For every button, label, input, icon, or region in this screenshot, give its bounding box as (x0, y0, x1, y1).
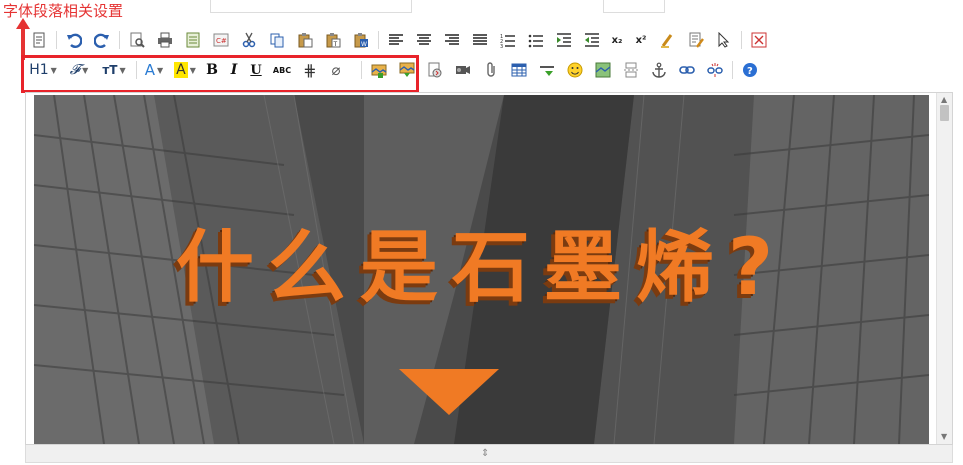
redo-icon[interactable] (91, 29, 113, 51)
highlight-color-label: A (174, 62, 188, 78)
subscript-icon[interactable]: x₂ (609, 29, 625, 51)
top-field-edge (210, 0, 412, 13)
clear-format-icon[interactable] (657, 29, 679, 51)
align-right-icon[interactable] (441, 29, 463, 51)
font-color-label: A (144, 61, 156, 79)
source-icon[interactable] (28, 29, 50, 51)
superscript-icon[interactable]: x² (633, 29, 649, 51)
code-icon[interactable]: C# (210, 29, 232, 51)
paste-word-icon[interactable]: W (350, 29, 372, 51)
strikethrough-button[interactable]: ABC (271, 59, 293, 81)
indent-icon[interactable] (553, 29, 575, 51)
bold-button[interactable]: B (205, 59, 219, 81)
scroll-up-icon[interactable]: ▲ (941, 95, 947, 105)
toolbar-row-1: C# T W 123 x₂ x² (28, 27, 776, 53)
chevron-down-icon: ▼ (157, 65, 164, 75)
baidumap-icon[interactable] (592, 59, 614, 81)
highlight-color-button[interactable]: A ▼ (173, 59, 197, 81)
chevron-down-icon: ▼ (189, 65, 196, 75)
chevron-down-icon: ▼ (82, 65, 89, 75)
underline-button[interactable]: U (249, 59, 263, 81)
top-field-edge-2 (603, 0, 665, 13)
remove-format-button[interactable]: ⌀ (327, 59, 345, 81)
hr-icon[interactable] (536, 59, 558, 81)
toolbar-separator (136, 61, 137, 79)
table-icon[interactable] (508, 59, 530, 81)
font-family-label: 𝓕 (69, 62, 81, 78)
flash-icon[interactable] (424, 59, 446, 81)
unlink-icon[interactable] (704, 59, 726, 81)
unordered-list-icon[interactable] (525, 29, 547, 51)
toolbar-separator (119, 31, 120, 49)
emoticon-icon[interactable] (564, 59, 586, 81)
multi-image-icon[interactable] (396, 59, 418, 81)
resize-grip-icon[interactable]: ⇕ (481, 449, 489, 459)
vertical-scrollbar[interactable]: ▲ ▼ (936, 93, 952, 444)
link-icon[interactable] (676, 59, 698, 81)
font-size-button[interactable]: тT ▼ (100, 59, 128, 81)
preview-icon[interactable] (126, 29, 148, 51)
attachment-icon[interactable] (480, 59, 502, 81)
chevron-down-icon: ▼ (119, 65, 126, 75)
content-title: 什么是石墨烯? (175, 223, 788, 313)
media-icon[interactable] (452, 59, 474, 81)
image-icon[interactable] (368, 59, 390, 81)
pagebreak-icon[interactable] (620, 59, 642, 81)
quickformat-icon[interactable] (685, 29, 707, 51)
svg-text:C#: C# (216, 37, 227, 45)
toolbar-separator (56, 31, 57, 49)
toolbar-separator (361, 61, 362, 79)
chevron-down-icon: ▼ (50, 65, 57, 75)
italic-button[interactable]: I (227, 59, 241, 81)
content-image: 什么是石墨烯? (34, 95, 929, 444)
align-center-icon[interactable] (413, 29, 435, 51)
svg-text:?: ? (747, 66, 753, 77)
align-left-icon[interactable] (385, 29, 407, 51)
toolbar-separator (732, 61, 733, 79)
anchor-icon[interactable] (648, 59, 670, 81)
undo-icon[interactable] (63, 29, 85, 51)
outdent-icon[interactable] (581, 29, 603, 51)
fullscreen-icon[interactable] (748, 29, 770, 51)
line-height-button[interactable]: ⋕ (301, 59, 319, 81)
paste-icon[interactable] (294, 29, 316, 51)
copy-icon[interactable] (266, 29, 288, 51)
font-size-label: тT (102, 63, 118, 77)
toolbar-row-2: H1 ▼ 𝓕 ▼ тT ▼ A ▼ A ▼ B I U ABC ⋕ ⌀ ? (28, 57, 767, 83)
svg-text:W: W (361, 41, 367, 48)
scroll-down-icon[interactable]: ▼ (941, 432, 947, 442)
editor-content-area[interactable]: 什么是石墨烯? ▲ ▼ (25, 92, 953, 445)
scroll-thumb[interactable] (940, 105, 949, 121)
font-family-button[interactable]: 𝓕 ▼ (66, 59, 92, 81)
heading-label: H1 (29, 62, 49, 78)
toolbar-separator (741, 31, 742, 49)
ordered-list-icon[interactable]: 123 (497, 29, 519, 51)
svg-text:3: 3 (500, 44, 503, 48)
cut-icon[interactable] (238, 29, 260, 51)
select-all-icon[interactable] (713, 29, 735, 51)
align-justify-icon[interactable] (469, 29, 491, 51)
help-icon[interactable]: ? (739, 59, 761, 81)
paste-text-icon[interactable]: T (322, 29, 344, 51)
print-icon[interactable] (154, 29, 176, 51)
resize-bar[interactable]: ⇕ (25, 445, 953, 463)
font-color-button[interactable]: A ▼ (143, 59, 165, 81)
svg-text:T: T (333, 41, 338, 48)
toolbar-separator (378, 31, 379, 49)
template-icon[interactable] (182, 29, 204, 51)
heading-button[interactable]: H1 ▼ (28, 59, 58, 81)
